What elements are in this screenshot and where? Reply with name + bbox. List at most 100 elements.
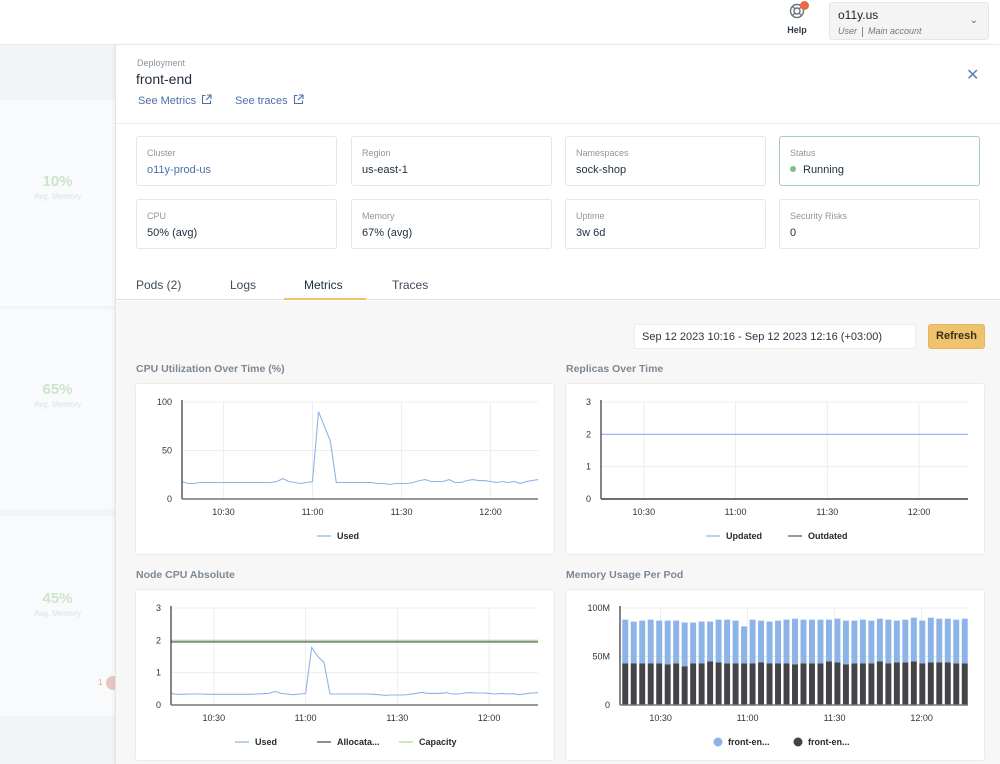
background-deployment-list: 10% Avg. Memory 65% Avg. Memory 45% Avg.…	[0, 45, 115, 764]
bar-segment	[842, 664, 849, 705]
y-tick-label: 100	[157, 397, 172, 407]
chart-svg: 0 1 2 3 10:30 11:00 11:30 12:00 Used Allocata... C…	[156, 603, 539, 747]
info-label: Status	[790, 148, 816, 158]
bar-segment	[656, 663, 663, 705]
bar-segment	[961, 618, 968, 664]
bar-segment	[944, 662, 951, 705]
tab-traces[interactable]: Traces	[392, 278, 428, 292]
bar-segment	[681, 622, 688, 667]
see-metrics-link[interactable]: See Metrics	[138, 94, 212, 107]
memory-usage-chart: 0 50M 100M 10:30 11:00 11:30 12:00 front-en... f…	[565, 589, 985, 761]
bar-segment	[766, 621, 773, 664]
bar-segment	[809, 663, 815, 705]
x-tick-label: 11:30	[816, 507, 838, 517]
legend-label: Updated	[726, 531, 762, 541]
chart-title: Node CPU Absolute	[136, 569, 235, 581]
bar-segment	[944, 618, 951, 663]
bar-segment	[910, 617, 917, 662]
bar-segment	[741, 626, 748, 664]
bar-segment	[792, 664, 798, 705]
legend-label: Capacity	[419, 737, 457, 747]
bar-segment	[758, 620, 765, 663]
bar-segment	[749, 663, 756, 705]
tab-pods[interactable]: Pods (2)	[136, 278, 181, 292]
x-tick-label: 10:30	[203, 713, 226, 723]
bar-segment	[732, 620, 739, 664]
series-line-used	[170, 645, 539, 696]
series-line-used	[181, 411, 539, 486]
bar-segment	[885, 663, 892, 705]
bar-segment	[758, 662, 765, 705]
bar-segment	[783, 619, 790, 664]
cluster-link[interactable]: o11y-prod-us	[147, 164, 211, 176]
bar-segment	[707, 661, 714, 705]
bar-segment	[809, 619, 815, 664]
risk-count: 1	[98, 678, 103, 687]
info-label: CPU	[147, 211, 167, 221]
status-dot-icon	[790, 166, 796, 173]
y-tick-label: 0	[605, 700, 610, 710]
bar-segment	[919, 663, 926, 705]
info-card-cluster: Cluster o11y-prod-us	[136, 136, 337, 186]
see-traces-label: See traces	[235, 95, 288, 107]
info-label: Uptime	[576, 211, 605, 221]
y-tick-label: 1	[586, 462, 591, 472]
help-button[interactable]: Help	[783, 1, 811, 35]
bar-segment	[732, 663, 739, 705]
legend-label: Used	[337, 531, 359, 541]
metrics-tab-content: Sep 12 2023 10:16 - Sep 12 2023 12:16 (+…	[116, 301, 1000, 764]
bar-segment	[868, 663, 875, 705]
bar-segment	[673, 620, 680, 664]
info-value: 50% (avg)	[147, 227, 198, 239]
deployment-card[interactable]: 65% Avg. Memory	[0, 309, 115, 509]
page-title: front-end	[136, 71, 193, 87]
y-tick-label: 100M	[587, 603, 610, 613]
info-card-memory: Memory 67% (avg)	[351, 199, 552, 249]
bar-segment	[749, 619, 756, 664]
bar-segment	[775, 663, 781, 705]
bar-segment	[927, 662, 934, 705]
refresh-button[interactable]: Refresh	[928, 324, 985, 349]
x-tick-label: 11:00	[295, 713, 317, 723]
see-traces-link[interactable]: See traces	[235, 94, 304, 107]
chart-svg: 0 50 100 10:30 11:00 11:30 12:00 Used	[157, 397, 539, 541]
chevron-down-icon: ⌄	[969, 15, 978, 26]
x-tick-label: 10:30	[633, 507, 656, 517]
legend-swatch	[713, 737, 723, 747]
bar-segment	[910, 661, 917, 705]
account-switcher[interactable]: o11y.us User Main account ⌄	[829, 2, 989, 40]
status-badge: Running	[790, 164, 844, 176]
y-tick-label: 1	[156, 668, 161, 678]
active-tab-indicator	[284, 298, 366, 300]
info-card-security-risks: Security Risks 0	[779, 199, 980, 249]
y-tick-label: 50M	[592, 652, 610, 662]
account-role: User	[838, 26, 858, 36]
legend-label: Used	[255, 737, 277, 747]
bar-segment	[902, 662, 909, 705]
tab-metrics[interactable]: Metrics	[304, 278, 343, 292]
bar-segment	[825, 619, 832, 662]
deployment-card[interactable]: 10% Avg. Memory	[0, 100, 115, 306]
bar-segment	[936, 662, 943, 705]
info-card-namespaces: Namespaces sock-shop	[565, 136, 766, 186]
deployment-details-panel: Deployment front-end See Metrics See tra…	[115, 45, 1000, 764]
bar-segment	[707, 621, 714, 662]
bar-segment	[698, 621, 705, 664]
info-value: us-east-1	[362, 164, 408, 176]
bar-segment	[647, 619, 654, 664]
bar-segment	[859, 663, 866, 705]
info-label: Cluster	[147, 148, 176, 158]
x-tick-label: 10:30	[212, 507, 235, 517]
info-value: 3w 6d	[576, 227, 606, 239]
cpu-utilization-chart: 0 50 100 10:30 11:00 11:30 12:00 Used	[135, 383, 555, 555]
external-link-icon	[293, 94, 304, 105]
date-range-picker[interactable]: Sep 12 2023 10:16 - Sep 12 2023 12:16 (+…	[634, 324, 916, 349]
bar-segment	[817, 619, 824, 664]
info-label: Namespaces	[576, 148, 629, 158]
bar-segment	[800, 619, 807, 664]
close-button[interactable]: ✕	[966, 65, 979, 85]
y-tick-label: 3	[156, 603, 161, 613]
bar-segment	[698, 663, 705, 705]
help-label: Help	[787, 25, 807, 35]
tab-logs[interactable]: Logs	[230, 278, 256, 292]
